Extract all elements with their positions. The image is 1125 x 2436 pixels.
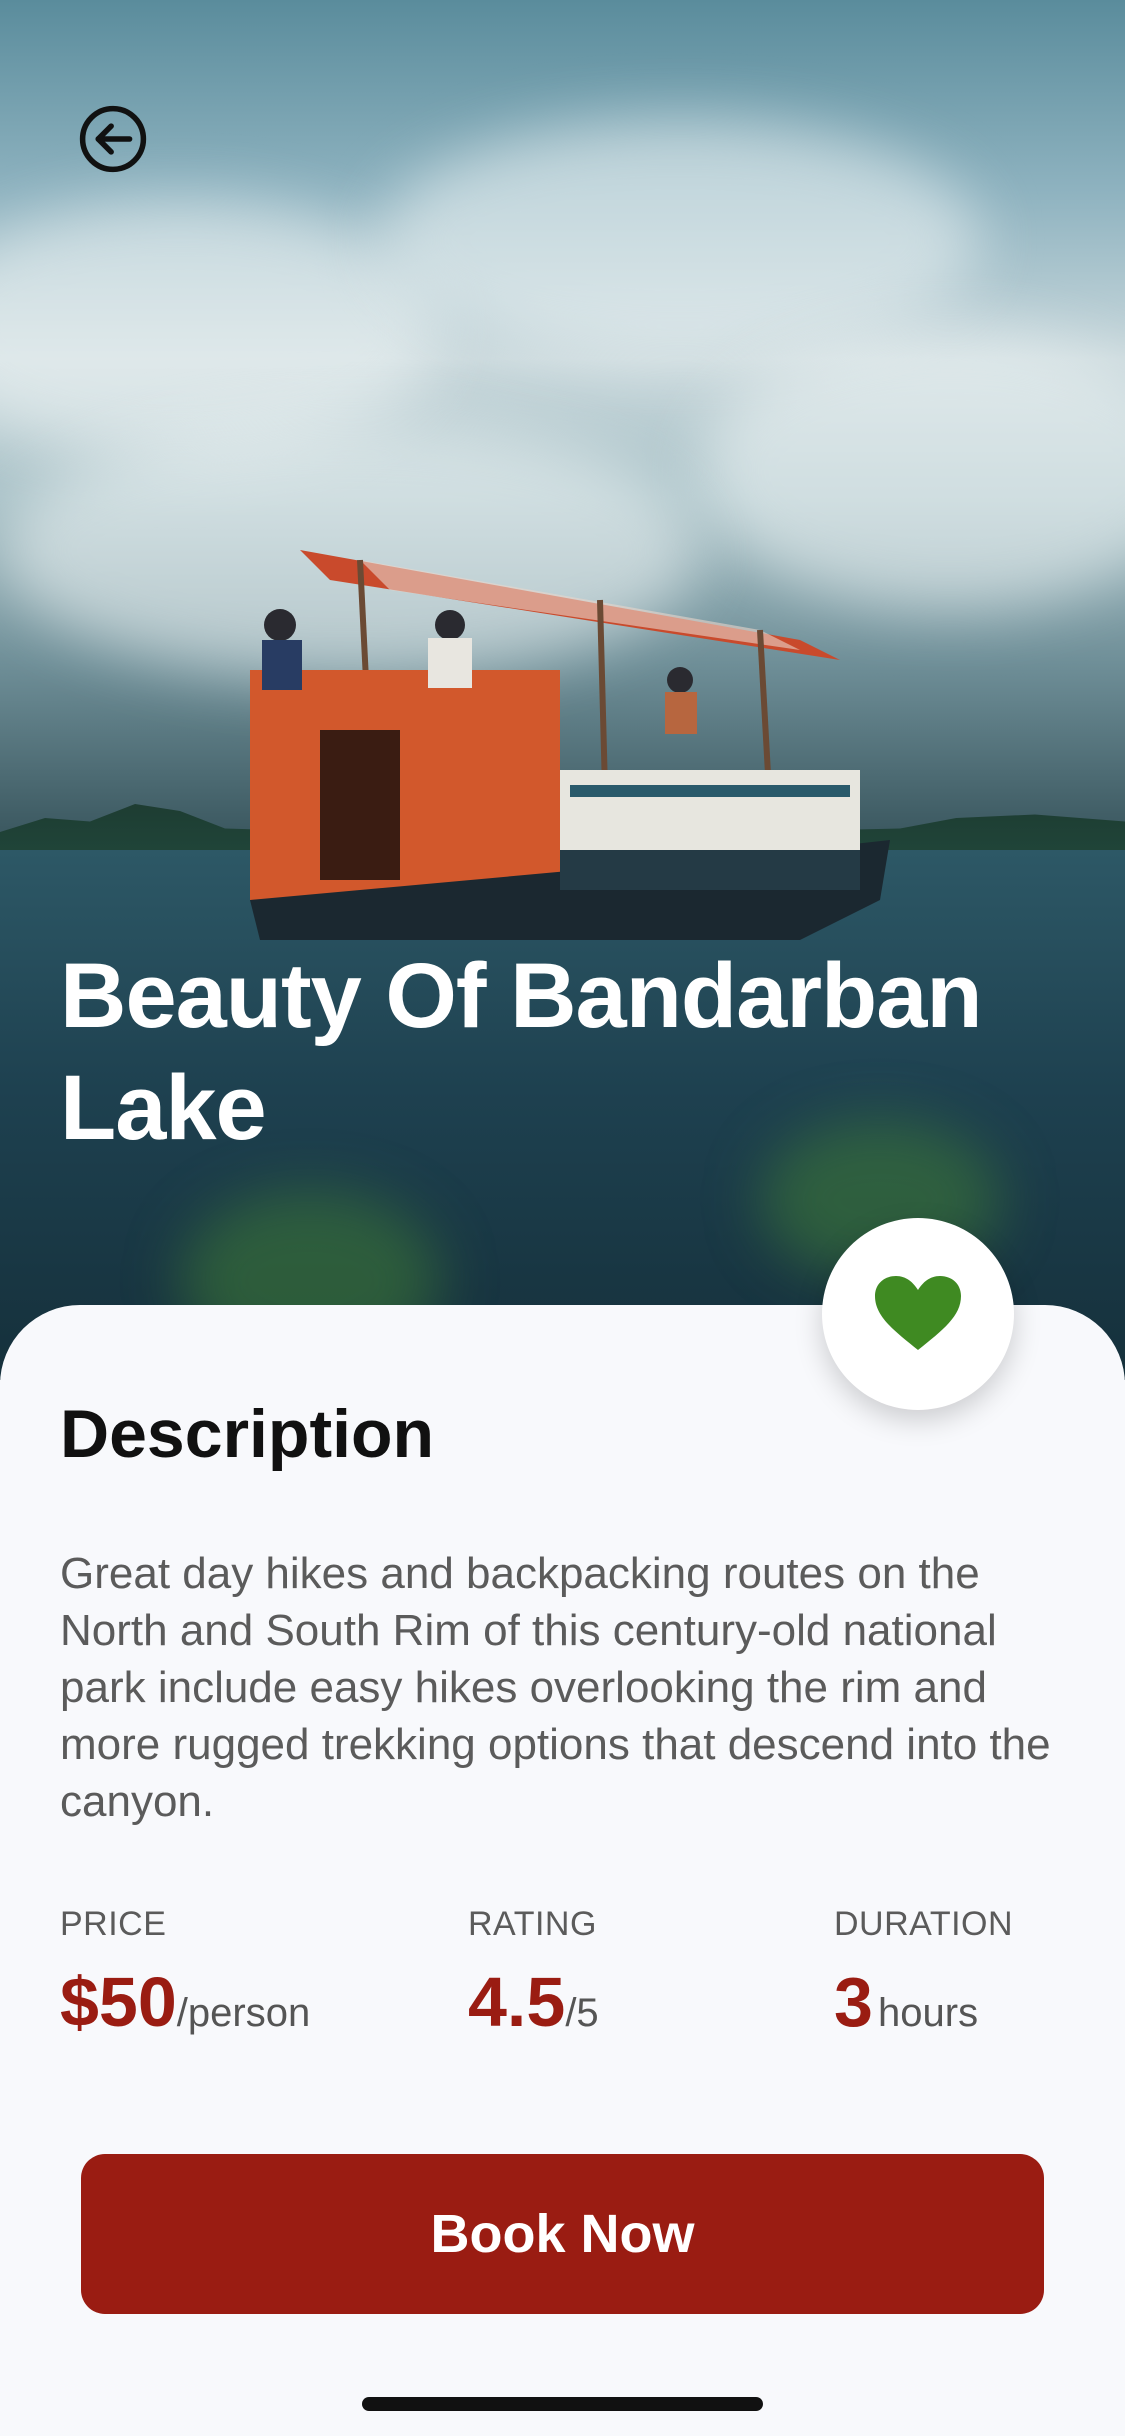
- duration-value: 3: [834, 1963, 873, 2041]
- price-value: $50: [60, 1963, 177, 2041]
- rating-unit: /5: [565, 1991, 599, 2035]
- destination-title: Beauty Of Bandarban Lake: [60, 945, 983, 1159]
- home-indicator: [362, 2397, 763, 2411]
- description-text: Great day hikes and backpacking routes o…: [60, 1549, 1051, 1826]
- description-heading: Description: [60, 1396, 435, 1472]
- price-label: PRICE: [60, 1905, 167, 1943]
- heart-icon: [875, 1276, 961, 1350]
- rating-label: RATING: [468, 1905, 597, 1943]
- price-unit: /person: [176, 1991, 311, 2035]
- book-now-button[interactable]: Book Now: [81, 2154, 1044, 2314]
- hero-image: [0, 0, 1125, 1380]
- duration-stat: DURATION 3 hours: [834, 1905, 1013, 2042]
- rating-value: 4.5: [468, 1963, 566, 2041]
- boat-illustration: [250, 550, 890, 940]
- price-stat: PRICE $50/person: [60, 1905, 310, 2042]
- duration-label: DURATION: [834, 1905, 1014, 1943]
- duration-unit: hours: [878, 1991, 979, 2035]
- arrow-left-circle-icon: [79, 105, 147, 173]
- favorite-button[interactable]: [822, 1218, 1014, 1410]
- back-button[interactable]: [78, 104, 148, 174]
- cloud-decoration: [380, 120, 980, 360]
- rating-stat: RATING 4.5/5: [468, 1905, 599, 2042]
